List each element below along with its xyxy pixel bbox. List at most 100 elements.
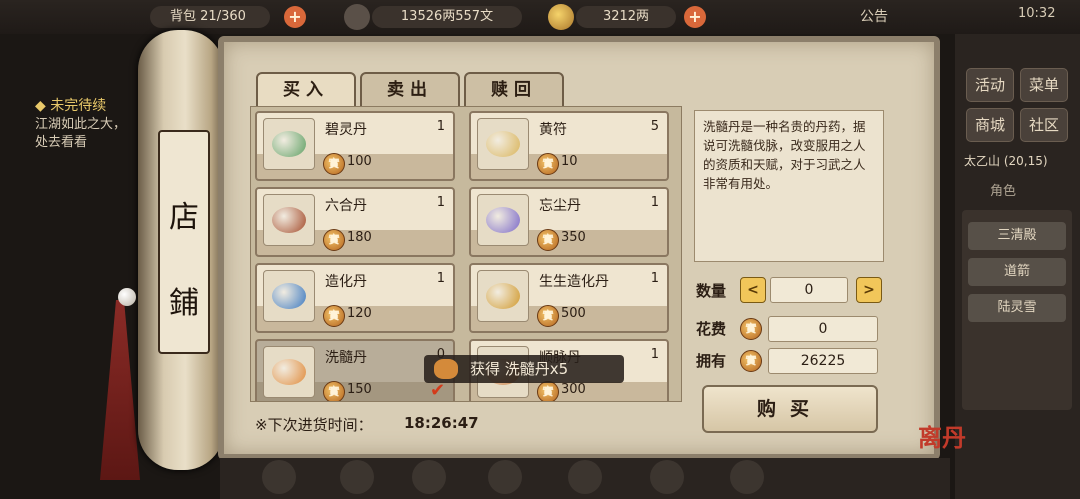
cost-value: 0 <box>768 316 878 342</box>
pill-icon <box>272 359 306 385</box>
item-name: 黄符 <box>539 122 567 138</box>
quantity-input[interactable]: 0 <box>770 277 848 303</box>
item-qty: 1 <box>650 195 659 210</box>
quest-text[interactable]: 江湖如此之大，处去看看 <box>35 116 135 152</box>
pill-icon <box>272 207 306 233</box>
coin-icon: 實 <box>537 381 559 401</box>
pill-icon <box>486 283 520 309</box>
item-price: 300 <box>561 382 586 397</box>
item-price: 500 <box>561 306 586 321</box>
cost-label: 花费 <box>696 320 727 338</box>
pill-icon <box>486 207 520 233</box>
item-image <box>477 194 529 246</box>
item-name: 洗髓丹 <box>325 350 367 366</box>
shop-item[interactable]: 造化丹 1 實 120 <box>255 263 455 333</box>
item-qty: 5 <box>650 119 659 134</box>
own-value: 26225 <box>768 348 878 374</box>
item-name: 六合丹 <box>325 198 367 214</box>
shop-item[interactable]: 六合丹 1 實 180 <box>255 187 455 257</box>
bead-decoration <box>118 288 136 306</box>
item-qty: 1 <box>436 119 445 134</box>
nav-icon[interactable] <box>650 460 684 494</box>
silver-icon <box>344 4 370 30</box>
gold-amount: 3212两 <box>576 6 676 28</box>
decrease-button[interactable]: < <box>740 277 766 303</box>
npc-item[interactable]: 道箭 <box>968 258 1066 286</box>
community-button[interactable]: 社区 <box>1020 108 1068 142</box>
bag-label: 背包 <box>170 9 197 24</box>
gold-icon <box>548 4 574 30</box>
shop-item[interactable]: 碧灵丹 1 實 100 <box>255 111 455 181</box>
nav-icon[interactable] <box>730 460 764 494</box>
buy-button[interactable]: 购买 <box>702 385 878 433</box>
location-name: 太乙山 <box>964 154 1001 168</box>
location-label: 太乙山 (20,15) <box>964 152 1048 169</box>
item-price: 10 <box>561 154 578 169</box>
nav-icon[interactable] <box>568 460 602 494</box>
coin-icon: 實 <box>323 305 345 327</box>
item-image <box>477 118 529 170</box>
notice-button[interactable]: 公告 <box>860 6 888 26</box>
coin-icon: 實 <box>537 229 559 251</box>
bag-capacity: 背包 21/360 <box>150 6 270 28</box>
pill-icon <box>272 283 306 309</box>
shop-item[interactable]: 生生造化丹 1 實 500 <box>469 263 669 333</box>
npc-item[interactable]: 陆灵雪 <box>968 294 1066 322</box>
clock: 10:32 <box>1018 6 1056 21</box>
npc-item[interactable]: 三清殿 <box>968 222 1066 250</box>
pill-icon <box>272 131 306 157</box>
coin-icon: 實 <box>323 229 345 251</box>
tab-redeem[interactable]: 赎回 <box>464 72 564 108</box>
item-image <box>477 270 529 322</box>
gold-plus-button[interactable]: + <box>684 6 706 28</box>
item-price: 100 <box>347 154 372 169</box>
checkmark-icon: ✔ <box>430 380 446 401</box>
item-price: 350 <box>561 230 586 245</box>
item-price: 150 <box>347 382 372 397</box>
coin-icon: 實 <box>323 153 345 175</box>
item-image <box>263 346 315 398</box>
item-price: 120 <box>347 306 372 321</box>
shop-item[interactable]: 黄符 5 實 10 <box>469 111 669 181</box>
coin-icon: 實 <box>323 381 345 401</box>
item-image <box>263 270 315 322</box>
nav-icon[interactable] <box>340 460 374 494</box>
coin-icon: 實 <box>740 318 762 340</box>
item-image <box>263 118 315 170</box>
item-name: 碧灵丹 <box>325 122 367 138</box>
role-tab[interactable]: 角色 <box>990 180 1016 199</box>
pill-icon <box>434 359 458 379</box>
item-description: 洗髓丹是一种名贵的丹药，据说可洗髓伐脉，改变服用之人的资质和天赋，对于习武之人非… <box>694 110 884 262</box>
item-qty: 1 <box>436 195 445 210</box>
quest-title[interactable]: ◆ 未完待续 <box>35 95 106 115</box>
restock-label: ※下次进货时间： <box>255 416 373 434</box>
item-image <box>263 194 315 246</box>
activity-button[interactable]: 活动 <box>966 68 1014 102</box>
pill-icon <box>486 131 520 157</box>
increase-button[interactable]: > <box>856 277 882 303</box>
restock-time: 18:26:47 <box>404 414 479 432</box>
menu-button[interactable]: 菜单 <box>1020 68 1068 102</box>
item-qty: 1 <box>436 271 445 286</box>
reward-toast: 获得 洗髓丹x5 <box>424 355 624 383</box>
bag-plus-button[interactable]: + <box>284 6 306 28</box>
location-coords: (20,15) <box>1003 154 1048 168</box>
shop-title-plaque: 店 鋪 <box>158 130 210 354</box>
tassel-decoration <box>100 300 140 480</box>
nav-icon[interactable] <box>412 460 446 494</box>
tab-buy[interactable]: 买入 <box>256 72 356 108</box>
shop-title-char: 店 <box>169 200 199 235</box>
item-price: 180 <box>347 230 372 245</box>
game-logo: 离丹 <box>918 423 966 452</box>
own-label: 拥有 <box>696 352 727 370</box>
quantity-label: 数量 <box>696 282 727 300</box>
nav-icon[interactable] <box>262 460 296 494</box>
bag-count: 21/360 <box>200 9 246 24</box>
mall-button[interactable]: 商城 <box>966 108 1014 142</box>
item-name: 造化丹 <box>325 274 367 290</box>
shop-item[interactable]: 忘尘丹 1 實 350 <box>469 187 669 257</box>
coin-icon: 實 <box>537 153 559 175</box>
tab-sell[interactable]: 卖出 <box>360 72 460 108</box>
nav-icon[interactable] <box>488 460 522 494</box>
toast-text: 获得 洗髓丹x5 <box>470 360 569 378</box>
